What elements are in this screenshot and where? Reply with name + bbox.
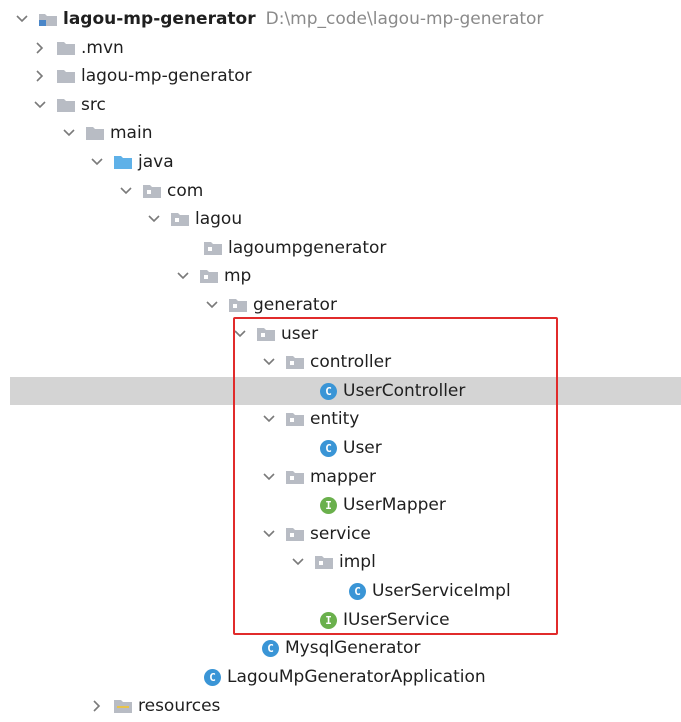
package-icon: [229, 298, 247, 312]
chevron-down-icon[interactable]: [119, 184, 133, 198]
runnable-class-icon: C: [262, 639, 279, 657]
folder-icon: [57, 41, 75, 55]
chevron-down-icon[interactable]: [33, 98, 47, 112]
package-icon: [143, 184, 161, 198]
tree-row-src[interactable]: src: [0, 91, 106, 119]
project-path: D:\mp_code\lagou-mp-generator: [265, 9, 544, 29]
tree-row-main[interactable]: main: [0, 119, 152, 147]
project-folder-icon: [39, 12, 57, 26]
folder-icon: [57, 98, 75, 112]
package-icon: [204, 241, 222, 255]
tree-row-generator[interactable]: generator: [0, 291, 337, 319]
tree-row-com[interactable]: com: [0, 177, 203, 205]
spring-boot-class-icon: C: [204, 668, 221, 686]
tree-row-java[interactable]: java: [0, 148, 174, 176]
folder-icon: [86, 126, 104, 140]
chevron-down-icon[interactable]: [90, 155, 104, 169]
tree-label: java: [138, 152, 174, 172]
tree-label: com: [167, 181, 204, 201]
project-name: lagou-mp-generator: [63, 9, 256, 29]
tree-label: generator: [253, 295, 337, 315]
chevron-down-icon[interactable]: [147, 212, 161, 226]
tree-label: .mvn: [81, 38, 124, 58]
tree-row-mp[interactable]: mp: [0, 262, 251, 290]
tree-row-mysqlgenerator[interactable]: C MysqlGenerator: [0, 634, 420, 662]
tree-label: MysqlGenerator: [285, 638, 421, 658]
tree-row-mvn[interactable]: .mvn: [0, 34, 124, 62]
chevron-down-icon[interactable]: [62, 126, 76, 140]
chevron-right-icon[interactable]: [33, 69, 47, 83]
tree-row-lagoumpgenerator[interactable]: lagoumpgenerator: [0, 234, 386, 262]
tree-label: LagouMpGeneratorApplication: [227, 667, 486, 687]
highlight-box: [233, 317, 558, 635]
chevron-right-icon[interactable]: [33, 41, 47, 55]
chevron-right-icon[interactable]: [90, 699, 104, 713]
tree-label: lagou: [195, 209, 243, 229]
tree-row-module[interactable]: lagou-mp-generator: [0, 62, 252, 90]
tree-row-root[interactable]: lagou-mp-generator D:\mp_code\lagou-mp-g…: [0, 5, 543, 33]
tree-label: mp: [224, 266, 252, 286]
tree-label: lagou-mp-generator: [81, 66, 252, 86]
tree-row-application[interactable]: C LagouMpGeneratorApplication: [0, 663, 486, 691]
package-icon: [171, 212, 189, 226]
folder-icon: [57, 69, 75, 83]
package-icon: [200, 269, 218, 283]
tree-label: src: [81, 95, 106, 115]
resources-folder-icon: [114, 699, 132, 713]
chevron-down-icon[interactable]: [205, 298, 219, 312]
tree-label: main: [110, 123, 153, 143]
chevron-down-icon[interactable]: [15, 12, 29, 26]
chevron-down-icon[interactable]: [176, 269, 190, 283]
tree-row-resources[interactable]: resources: [0, 692, 220, 720]
tree-row-lagou[interactable]: lagou: [0, 205, 242, 233]
tree-label: resources: [138, 696, 221, 716]
source-folder-icon: [114, 155, 132, 169]
tree-label: lagoumpgenerator: [228, 238, 387, 258]
